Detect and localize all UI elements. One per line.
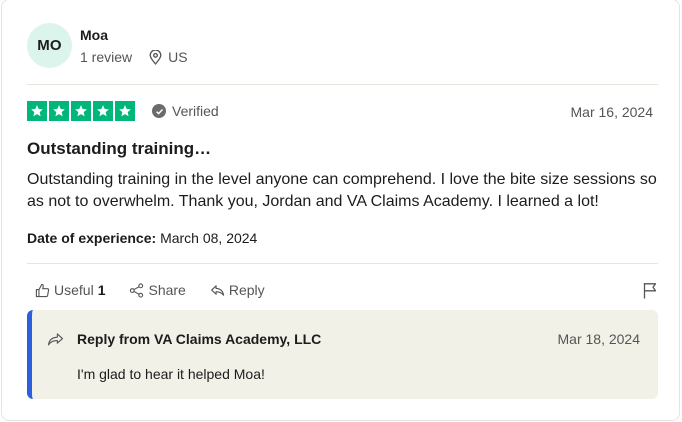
reply-text: I'm glad to hear it helped Moa! — [77, 366, 265, 382]
verified-label: Verified — [172, 103, 219, 119]
reply-date: Mar 18, 2024 — [557, 331, 641, 347]
review-body: Outstanding training in the level anyone… — [27, 171, 657, 210]
review-count: 1 review — [80, 49, 133, 65]
experience-date: March 08, 2024 — [160, 230, 258, 246]
review-title[interactable]: Outstanding training… — [27, 139, 211, 159]
star-icon — [93, 101, 113, 121]
review-actions: Useful 1 Share Reply — [35, 282, 289, 298]
verified-badge[interactable]: Verified — [152, 103, 219, 119]
star-rating — [27, 101, 135, 121]
reviewer-country: US — [168, 49, 188, 65]
reply-label: Reply — [228, 282, 265, 298]
divider — [27, 263, 658, 264]
reviewer-name[interactable]: Moa — [80, 27, 108, 43]
divider — [27, 84, 658, 85]
useful-label: Useful — [54, 282, 94, 298]
star-icon — [27, 101, 47, 121]
share-icon — [130, 282, 144, 298]
share-button[interactable]: Share — [129, 282, 186, 298]
avatar[interactable]: MO — [27, 23, 72, 68]
reply-arrow-icon — [210, 284, 224, 296]
experience-label: Date of experience: — [27, 230, 157, 246]
reply-button[interactable]: Reply — [210, 282, 265, 298]
company-reply: Reply from VA Claims Academy, LLC Mar 18… — [27, 310, 658, 399]
flag-icon — [643, 283, 657, 299]
star-icon — [115, 101, 135, 121]
review-date: Mar 16, 2024 — [570, 104, 654, 120]
useful-button[interactable]: Useful 1 — [35, 282, 105, 298]
reviewer-meta: 1 review US — [80, 49, 188, 65]
share-label: Share — [148, 282, 186, 298]
date-of-experience: Date of experience: March 08, 2024 — [27, 230, 257, 246]
check-circle-icon — [152, 104, 166, 118]
useful-count: 1 — [97, 282, 106, 298]
review-card: MO Moa 1 review US Verified Mar 16, 2024… — [1, 0, 680, 421]
reviewer-location: US — [149, 49, 188, 65]
star-icon — [71, 101, 91, 121]
reply-arrow-icon — [47, 333, 64, 346]
location-pin-icon — [149, 49, 162, 65]
star-icon — [49, 101, 69, 121]
reply-from: Reply from VA Claims Academy, LLC — [77, 331, 322, 347]
thumbs-up-icon — [35, 283, 50, 297]
report-button[interactable] — [642, 282, 658, 304]
